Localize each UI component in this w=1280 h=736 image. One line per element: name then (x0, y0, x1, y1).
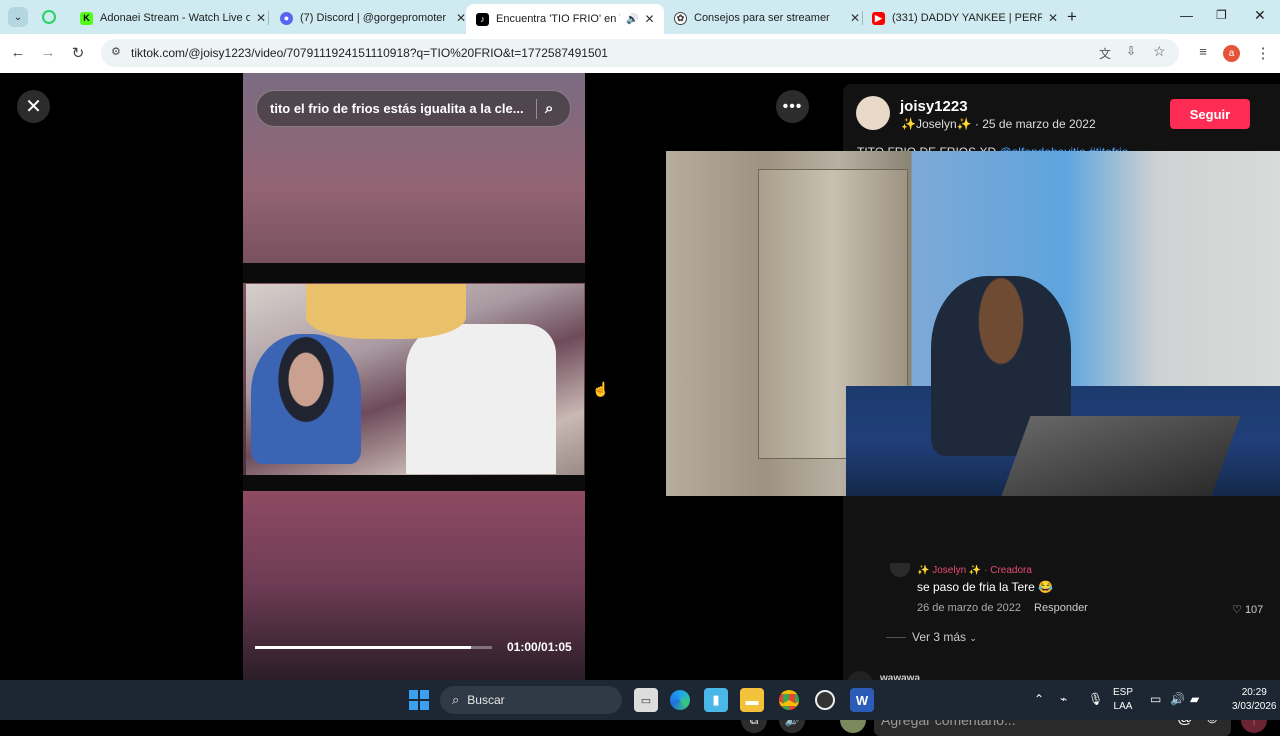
whatsapp-icon[interactable] (42, 10, 56, 24)
site-info-icon[interactable]: ⚙ (111, 45, 121, 58)
url-text: tiktok.com/@joisy1223/video/707911192415… (131, 46, 608, 60)
comment-text: se paso de fria la Tere 😂 (917, 580, 1054, 594)
author-subtitle: ✨Joselyn✨ · 25 de marzo de 2022 (901, 117, 1096, 131)
comment-date: 26 de marzo de 2022 (917, 602, 1021, 614)
mouse-cursor: ☝ (592, 381, 610, 397)
tiktok-icon: ♪ (476, 12, 489, 26)
speaker-icon[interactable]: 🔊 (626, 14, 638, 25)
windows-start-icon[interactable] (407, 688, 431, 712)
tab-list-button[interactable]: ⌄ (8, 7, 28, 27)
comment-author: ✨ Joselyn ✨ · Creadora (917, 565, 1032, 575)
author-avatar[interactable] (856, 96, 890, 130)
new-tab-button[interactable]: + (1067, 7, 1077, 27)
tab-title: (7) Discord | @gorgepromoter (300, 12, 447, 24)
back-button[interactable]: ← (8, 44, 28, 61)
language-indicator[interactable]: ESP LAA (1113, 687, 1133, 712)
close-icon[interactable]: ✕ (456, 11, 466, 25)
media-control-icon[interactable]: ≡ (1193, 44, 1213, 59)
tab-youtube[interactable]: ▶ (331) DADDY YANKEE | PERROS ✕ (862, 5, 1058, 31)
browser-toolbar: ← → ↻ ⚙ tiktok.com/@joisy1223/video/7079… (0, 34, 1280, 73)
word-icon[interactable]: W (850, 688, 874, 712)
close-video-button[interactable]: ✕ (17, 90, 50, 123)
kick-icon: K (80, 11, 93, 25)
translate-icon[interactable]: 文 (1099, 45, 1111, 62)
tiktok-page: ✕ tito el frio de frios estás igualita a… (0, 73, 1280, 736)
youtube-icon: ▶ (872, 11, 885, 25)
tab-chatgpt[interactable]: ✿ Consejos para ser streamer ✕ (664, 5, 860, 31)
video-player[interactable]: tito el frio de frios estás igualita a l… (243, 73, 585, 680)
address-bar[interactable]: ⚙ tiktok.com/@joisy1223/video/7079111924… (101, 39, 1179, 67)
chevron-down-icon: ⌄ (969, 633, 977, 643)
install-app-icon[interactable]: ⇩ (1126, 44, 1136, 58)
profile-avatar[interactable]: a (1223, 45, 1240, 62)
tab-title: Consejos para ser streamer (694, 12, 830, 24)
comment-like-button[interactable]: ♡ 107 (1232, 603, 1263, 616)
more-options-button[interactable]: ••• (776, 90, 809, 123)
search-icon[interactable]: ⌕ (545, 100, 553, 117)
network-icon[interactable]: ⌁ (1060, 692, 1067, 706)
obs-icon[interactable] (813, 688, 837, 712)
view-more-replies[interactable]: Ver 3 más ⌄ (886, 630, 977, 644)
heart-icon: ♡ (1232, 604, 1242, 616)
author-username[interactable]: joisy1223 (900, 98, 968, 115)
discord-icon: ● (280, 11, 293, 25)
file-explorer-icon[interactable]: ▬ (740, 688, 764, 712)
video-search-bar[interactable]: tito el frio de frios estás igualita a l… (256, 90, 571, 127)
forward-button[interactable]: → (38, 44, 58, 61)
tab-title: Encuentra 'TIO FRIO' en Tik (496, 13, 620, 25)
close-icon[interactable]: ✕ (850, 11, 860, 25)
notepad-icon[interactable]: ▮ (704, 688, 728, 712)
speaker-icon[interactable]: 🔊 (1170, 692, 1185, 706)
display-icon[interactable]: ▭ (1150, 692, 1161, 706)
tab-title: Adonaei Stream - Watch Live o (100, 12, 250, 24)
close-window-button[interactable]: ✕ (1254, 7, 1266, 24)
chevron-up-icon[interactable]: ⌃ (1034, 692, 1044, 706)
browser-menu-icon[interactable]: ⋮ (1253, 44, 1273, 62)
follow-button[interactable]: Seguir (1170, 99, 1250, 129)
tab-discord[interactable]: ● (7) Discord | @gorgepromoter ✕ (270, 5, 466, 31)
edge-icon[interactable] (668, 688, 692, 712)
tab-title: (331) DADDY YANKEE | PERROS (892, 12, 1042, 24)
bookmark-star-icon[interactable]: ☆ (1153, 43, 1166, 60)
search-query: tito el frio de frios estás igualita a l… (270, 101, 524, 116)
close-icon[interactable]: ✕ (256, 11, 266, 25)
tab-tiktok[interactable]: ♪ Encuentra 'TIO FRIO' en Tik 🔊 ✕ (466, 4, 664, 34)
video-frame (246, 284, 584, 475)
tab-kick[interactable]: K Adonaei Stream - Watch Live o ✕ (70, 5, 266, 31)
webcam-overlay (666, 151, 1280, 496)
search-icon: ⌕ (452, 692, 460, 707)
tab-strip: ⌄ K Adonaei Stream - Watch Live o ✕ ● (7… (0, 0, 1280, 34)
video-progress-bar[interactable] (255, 646, 492, 649)
reload-button[interactable]: ↻ (68, 44, 88, 62)
video-time: 01:00/01:05 (507, 640, 572, 654)
taskbar-search[interactable]: ⌕ Buscar (440, 686, 622, 714)
chrome-icon[interactable] (777, 688, 801, 712)
clock[interactable]: 20:29 3/03/2026 (1232, 687, 1277, 712)
comment-meta: 26 de marzo de 2022 Responder (917, 602, 1088, 614)
microphone-icon[interactable]: 🎙 (1088, 692, 1103, 706)
reply-button[interactable]: Responder (1034, 602, 1088, 614)
chatgpt-icon: ✿ (674, 11, 687, 25)
task-view-icon[interactable]: ▭ (634, 688, 658, 712)
windows-taskbar: ⌕ Buscar ▭ ▮ ▬ W ⌃ ⌁ 🎙 ESP LAA ▭ 🔊 ▰ 20:… (0, 680, 1280, 720)
minimize-button[interactable]: — (1180, 8, 1193, 23)
close-icon[interactable]: ✕ (644, 12, 654, 26)
like-count: 107 (1244, 604, 1264, 616)
close-icon[interactable]: ✕ (1048, 11, 1058, 25)
maximize-button[interactable]: ❐ (1216, 8, 1227, 22)
battery-icon[interactable]: ▰ (1190, 692, 1199, 706)
